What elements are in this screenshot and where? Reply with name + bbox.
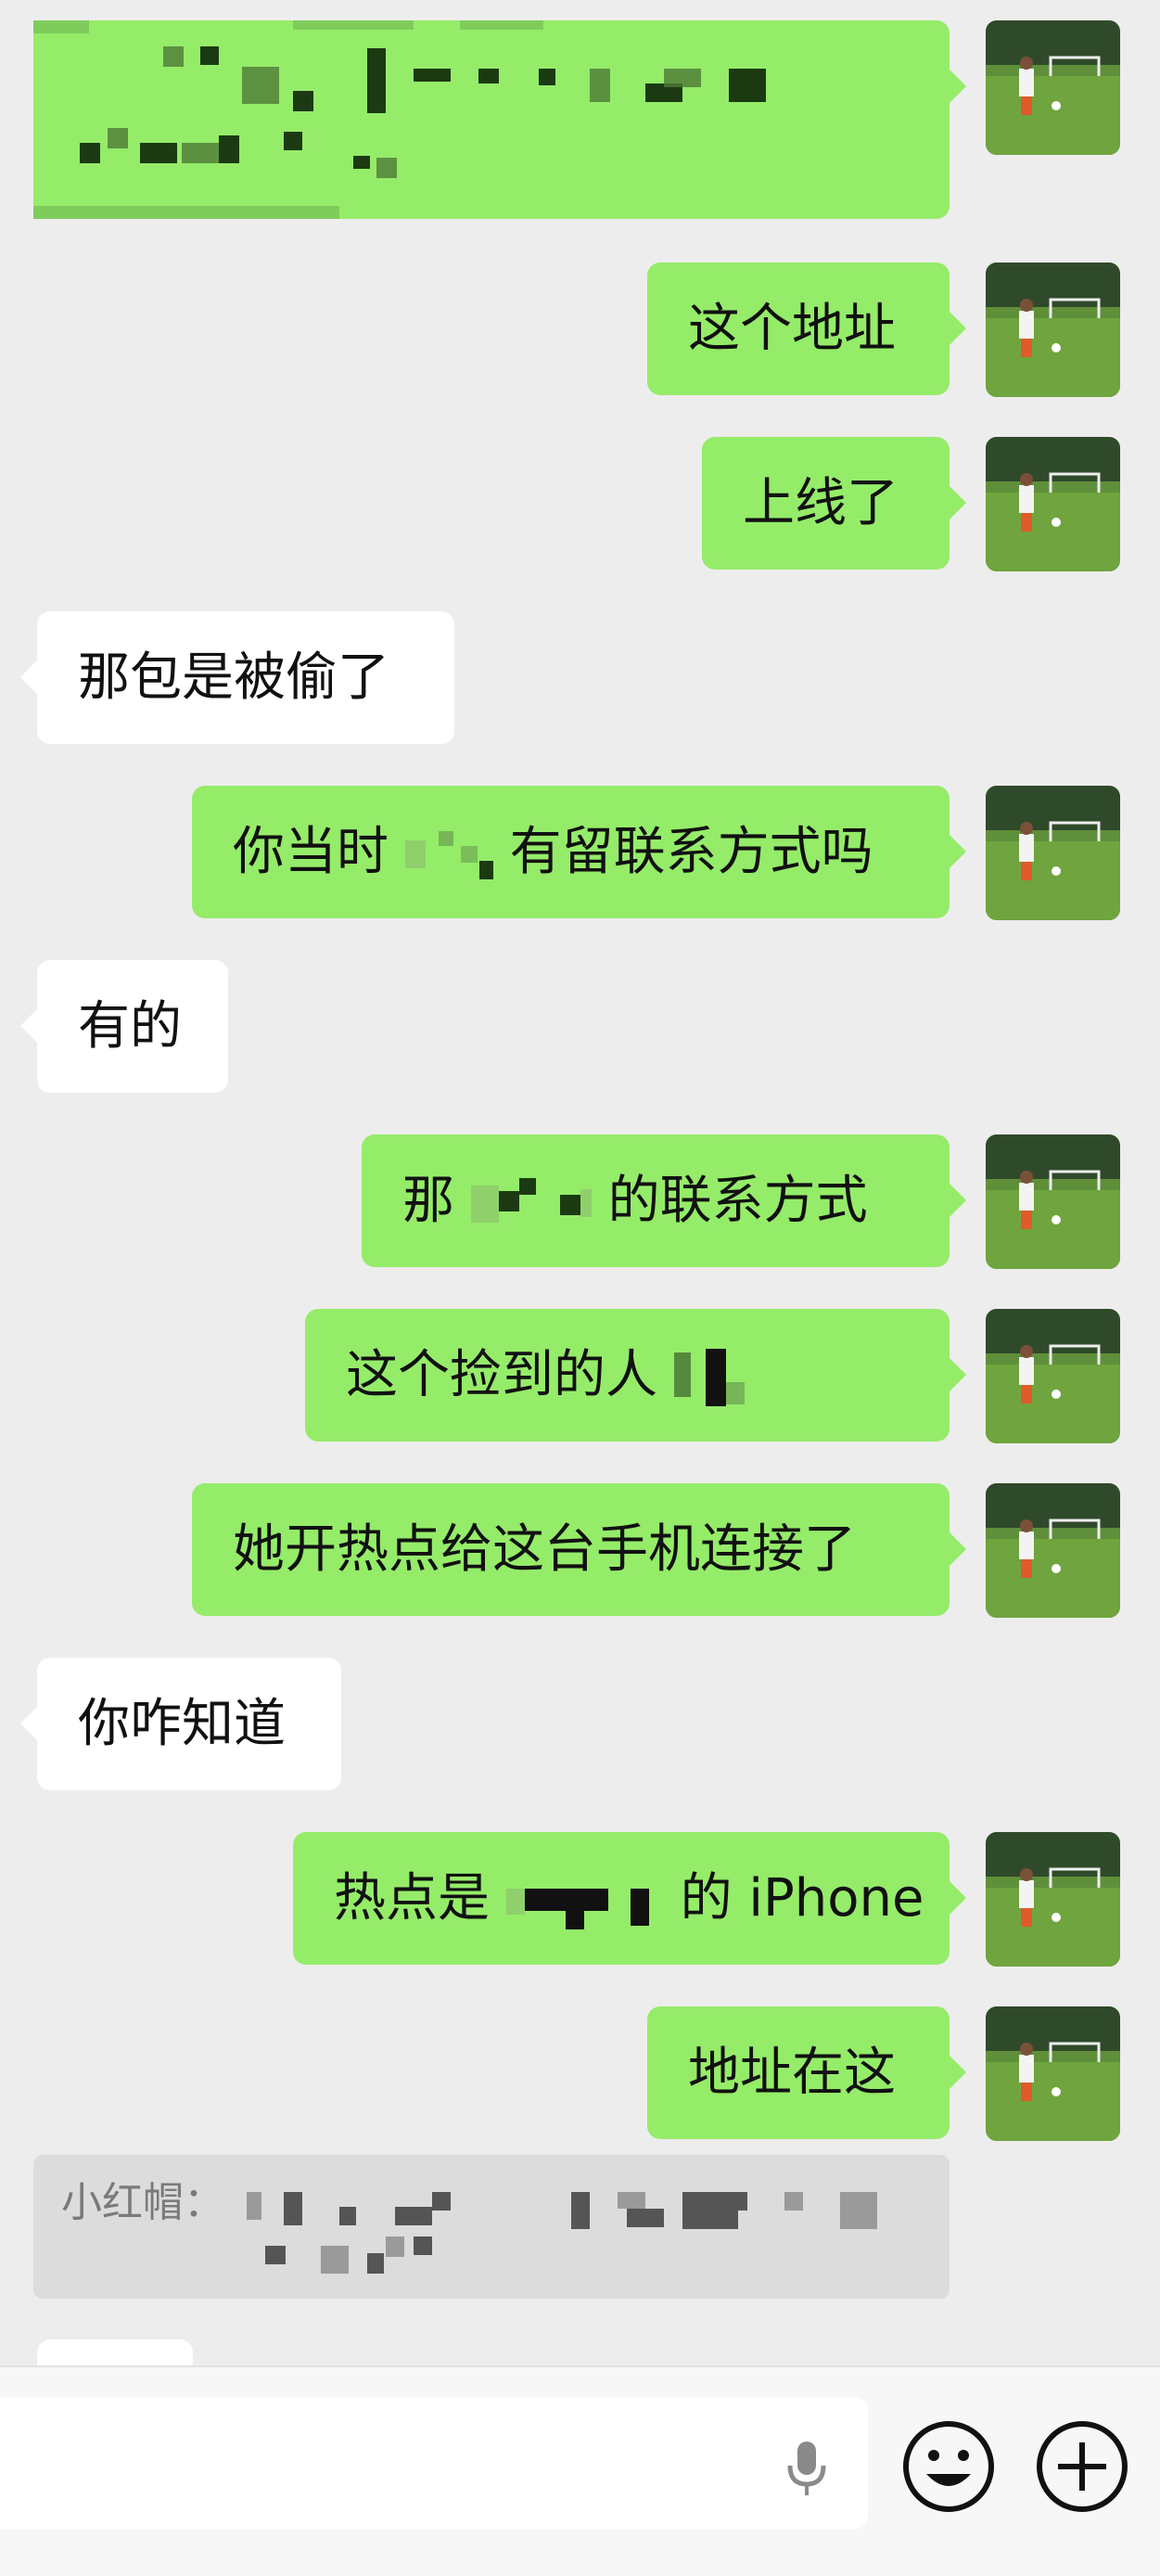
incoming-message-partial[interactable] — [37, 2339, 193, 2365]
outgoing-message-redacted[interactable] — [33, 20, 966, 219]
message-text: 上线了 — [743, 473, 899, 533]
message-text-part: 热点是 — [334, 1868, 490, 1929]
avatar-self[interactable] — [986, 1483, 1120, 1618]
avatar-self[interactable] — [986, 786, 1120, 920]
message-text-part: 的联系方式 — [607, 1171, 868, 1231]
message-input[interactable] — [0, 2397, 868, 2529]
emoji-icon[interactable] — [900, 2418, 997, 2515]
pixelated-redaction — [470, 1176, 592, 1232]
incoming-message[interactable]: 有的 — [20, 960, 228, 1093]
outgoing-message[interactable]: 那 的联系方式 — [362, 1134, 966, 1267]
avatar-self[interactable] — [986, 1832, 1120, 1967]
pixelation-mosaic — [247, 2172, 933, 2283]
plus-icon[interactable] — [1034, 2418, 1130, 2515]
avatar-self[interactable] — [986, 2006, 1120, 2141]
outgoing-message[interactable]: 这个捡到的人 — [305, 1309, 966, 1442]
incoming-message[interactable]: 那包是被偷了 — [20, 611, 454, 744]
outgoing-message[interactable]: 她开热点给这台手机连接了 — [192, 1483, 966, 1616]
message-text-part: 你当时 — [233, 822, 389, 882]
outgoing-message[interactable]: 地址在这 — [647, 2006, 966, 2139]
message-text-part: 有留联系方式吗 — [509, 822, 873, 882]
chat-thread: 这个地址 上线了 那包是被偷了 你当时 有留联系方式吗 有的 那 的联系方式 这… — [0, 0, 1160, 2365]
avatar-self[interactable] — [986, 263, 1120, 397]
avatar-self[interactable] — [986, 437, 1120, 571]
message-text: 这个地址 — [688, 299, 896, 359]
pixelation-mosaic — [33, 20, 950, 219]
pixelated-redaction — [505, 1874, 664, 1929]
outgoing-message[interactable]: 上线了 — [702, 437, 966, 570]
outgoing-message[interactable]: 热点是 的 iPhone — [293, 1832, 966, 1965]
message-text: 地址在这 — [688, 2043, 896, 2103]
pixelated-redaction — [673, 1348, 776, 1408]
avatar-self[interactable] — [986, 20, 1120, 155]
message-text-part: 那 — [402, 1171, 454, 1231]
chat-input-bar — [0, 2365, 1160, 2576]
incoming-message[interactable]: 你咋知道 — [20, 1658, 341, 1790]
message-text: 那包是被偷了 — [78, 647, 389, 708]
message-text: 你咋知道 — [78, 1694, 286, 1754]
message-text: 她开热点给这台手机连接了 — [233, 1519, 856, 1580]
message-text-part: 的 iPhone — [680, 1868, 924, 1929]
microphone-icon[interactable] — [779, 2438, 835, 2503]
pixelated-redaction — [404, 827, 493, 883]
quoted-message[interactable]: 小红帽： — [33, 2155, 950, 2299]
outgoing-message[interactable]: 你当时 有留联系方式吗 — [192, 786, 966, 918]
message-text-part: 这个捡到的人 — [346, 1345, 657, 1405]
avatar-self[interactable] — [986, 1309, 1120, 1443]
avatar-self[interactable] — [986, 1134, 1120, 1269]
message-text: 有的 — [78, 996, 182, 1057]
quote-sender: 小红帽： — [61, 2179, 224, 2226]
outgoing-message[interactable]: 这个地址 — [647, 263, 966, 395]
